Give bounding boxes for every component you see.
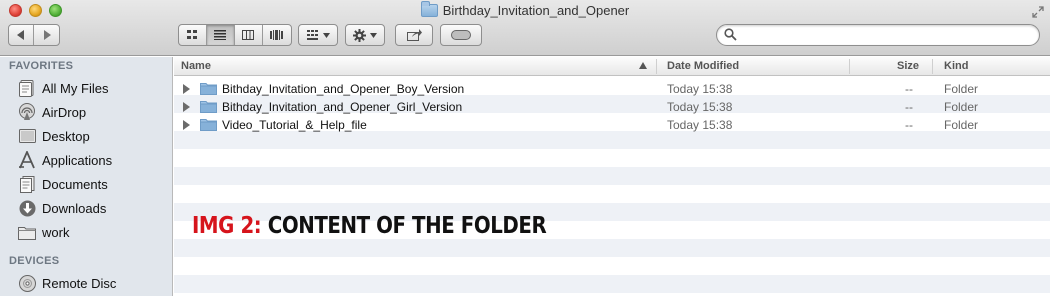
- share-button[interactable]: [395, 24, 433, 46]
- list-view-icon: [214, 30, 227, 40]
- column-view-button[interactable]: [235, 25, 263, 45]
- disc-icon: [18, 274, 36, 292]
- icon-view-icon: [186, 30, 197, 39]
- downloads-icon: [18, 199, 36, 217]
- sidebar-item-remote-disc[interactable]: Remote Disc: [18, 273, 116, 293]
- list-view-button[interactable]: [206, 25, 236, 45]
- search-icon: [724, 28, 737, 41]
- window-title: Birthday_Invitation_and_Opener: [0, 1, 1050, 18]
- airdrop-icon: [18, 103, 36, 121]
- forward-button[interactable]: [34, 25, 59, 45]
- tags-button[interactable]: [440, 24, 482, 46]
- sidebar-item-label: work: [42, 224, 70, 240]
- sidebar-item-all-my-files[interactable]: All My Files: [18, 78, 108, 98]
- disclosure-triangle-icon[interactable]: [183, 120, 190, 130]
- folder-icon: [200, 119, 217, 131]
- file-kind: Folder: [944, 100, 979, 114]
- file-kind: Folder: [944, 118, 979, 132]
- caption-prefix: IMG 2:: [192, 213, 262, 239]
- file-list: Name Date Modified Size Kind Bithday_Inv…: [174, 57, 1050, 296]
- desktop-icon: [18, 127, 36, 145]
- column-header-kind[interactable]: Kind: [944, 60, 968, 72]
- coverflow-view-icon: [270, 30, 284, 40]
- file-size: --: [905, 82, 913, 96]
- window-toolbar: Birthday_Invitation_and_Opener: [0, 0, 1050, 56]
- file-size: --: [905, 118, 913, 132]
- sidebar-item-downloads[interactable]: Downloads: [18, 198, 106, 218]
- sort-ascending-icon: [639, 62, 647, 69]
- file-size: --: [905, 100, 913, 114]
- sidebar-item-work[interactable]: work: [18, 222, 69, 242]
- column-header: Name Date Modified Size Kind: [174, 57, 1050, 76]
- sidebar: FAVORITES All My Files AirDrop Desktop A…: [0, 57, 173, 296]
- chevron-down-icon: [370, 32, 377, 38]
- arrange-button[interactable]: [298, 24, 338, 46]
- share-icon: [406, 29, 422, 41]
- column-header-date[interactable]: Date Modified: [667, 60, 739, 72]
- arrange-icon: [306, 30, 318, 40]
- disclosure-triangle-icon[interactable]: [183, 102, 190, 112]
- sidebar-item-label: Remote Disc: [42, 275, 117, 291]
- column-header-size[interactable]: Size: [897, 60, 919, 72]
- date-modified: Today 15:38: [667, 82, 733, 96]
- tag-icon: [451, 30, 471, 40]
- folder-icon: [200, 83, 217, 95]
- folder-icon: [200, 101, 217, 113]
- table-row[interactable]: Video_Tutorial_&_Help_file Today 15:38 -…: [174, 116, 1050, 134]
- applications-icon: [18, 151, 36, 169]
- file-kind: Folder: [944, 82, 979, 96]
- folder-icon: [420, 1, 438, 17]
- file-name: Video_Tutorial_&_Help_file: [222, 118, 367, 132]
- sidebar-header-favorites: FAVORITES: [9, 60, 74, 72]
- sidebar-item-documents[interactable]: Documents: [18, 174, 108, 194]
- folder-icon: [18, 223, 36, 241]
- sidebar-header-devices: DEVICES: [9, 255, 60, 267]
- table-row[interactable]: Bithday_Invitation_and_Opener_Boy_Versio…: [174, 80, 1050, 98]
- documents-icon: [18, 175, 36, 193]
- table-row[interactable]: Bithday_Invitation_and_Opener_Girl_Versi…: [174, 98, 1050, 116]
- file-name: Bithday_Invitation_and_Opener_Boy_Versio…: [222, 82, 465, 96]
- action-button[interactable]: [345, 24, 385, 46]
- sidebar-item-label: Downloads: [42, 200, 107, 216]
- column-view-icon: [242, 30, 255, 40]
- date-modified: Today 15:38: [667, 118, 733, 132]
- gear-icon: [353, 28, 366, 42]
- file-name: Bithday_Invitation_and_Opener_Girl_Versi…: [222, 100, 463, 114]
- image-caption: IMG 2: CONTENT OF THE FOLDER: [192, 213, 547, 239]
- caption-text: CONTENT OF THE FOLDER: [267, 213, 547, 239]
- search-field[interactable]: [716, 24, 1040, 46]
- sidebar-item-label: All My Files: [42, 80, 109, 96]
- disclosure-triangle-icon[interactable]: [183, 84, 190, 94]
- sidebar-item-airdrop[interactable]: AirDrop: [18, 102, 86, 122]
- sidebar-item-label: Documents: [42, 176, 108, 192]
- sidebar-item-label: AirDrop: [42, 104, 87, 120]
- fullscreen-icon[interactable]: [1032, 6, 1044, 18]
- date-modified: Today 15:38: [667, 100, 733, 114]
- view-mode-control: [178, 24, 292, 46]
- forward-icon: [43, 30, 51, 40]
- coverflow-view-button[interactable]: [263, 25, 291, 45]
- sidebar-item-applications[interactable]: Applications: [18, 150, 112, 170]
- sidebar-item-label: Applications: [42, 152, 113, 168]
- all-files-icon: [18, 79, 36, 97]
- sidebar-item-label: Desktop: [42, 128, 90, 144]
- icon-view-button[interactable]: [179, 25, 207, 45]
- back-forward-control: [8, 24, 60, 46]
- back-button[interactable]: [9, 25, 35, 45]
- window-title-text: Birthday_Invitation_and_Opener: [442, 3, 630, 18]
- sidebar-item-desktop[interactable]: Desktop: [18, 126, 90, 146]
- back-icon: [17, 30, 24, 40]
- chevron-down-icon: [322, 32, 330, 38]
- search-input[interactable]: [741, 27, 1031, 43]
- column-header-name[interactable]: Name: [181, 60, 211, 72]
- list-body: Bithday_Invitation_and_Opener_Boy_Versio…: [174, 77, 1050, 296]
